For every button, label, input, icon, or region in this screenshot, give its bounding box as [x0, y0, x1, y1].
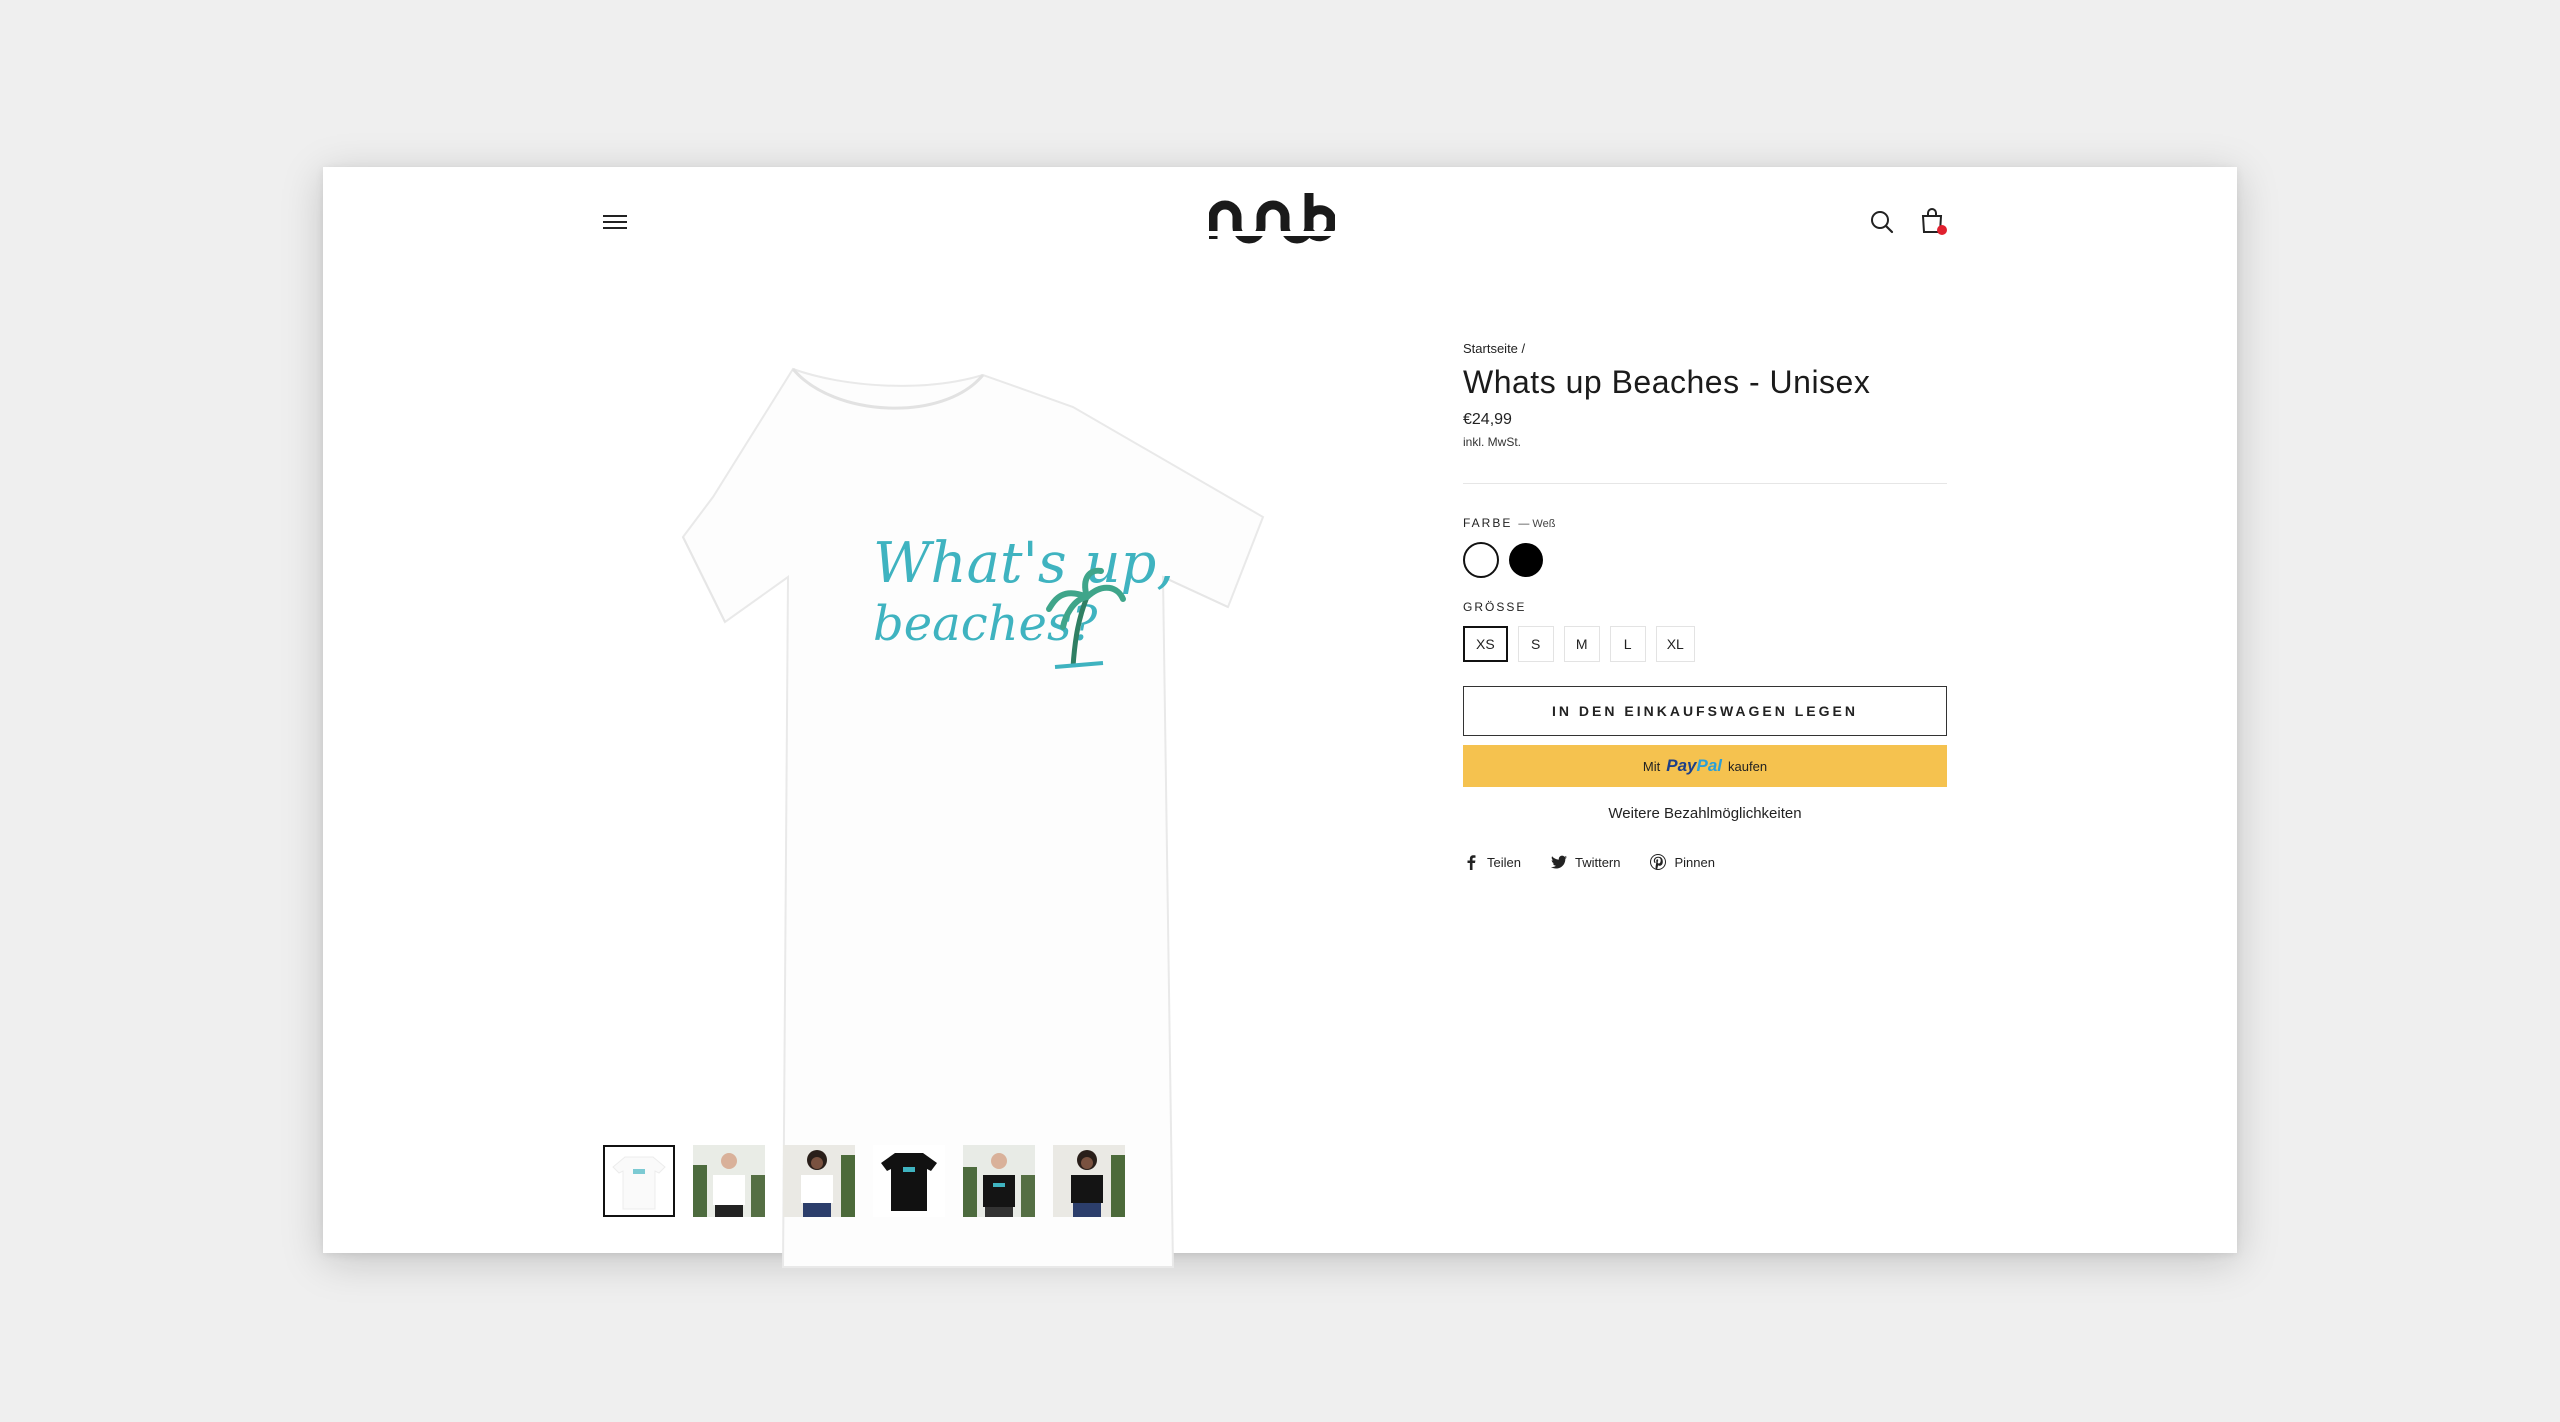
cart-badge — [1937, 225, 1947, 235]
share-facebook[interactable]: Teilen — [1463, 854, 1521, 870]
paypal-logo-pay: Pay — [1666, 756, 1697, 775]
product-price: €24,99 — [1463, 411, 1512, 428]
size-option-m[interactable]: M — [1563, 626, 1600, 662]
brand-logo[interactable] — [1208, 187, 1336, 251]
product-image[interactable]: What's up, beaches? — [603, 337, 1353, 1282]
share-facebook-label: Teilen — [1487, 854, 1521, 870]
paypal-logo: PayPal — [1666, 756, 1722, 776]
color-selected-value: — Weß — [1518, 518, 1556, 530]
thumbnail-model-white-1[interactable] — [693, 1145, 765, 1217]
paypal-prefix: Mit — [1642, 758, 1661, 774]
divider — [1463, 483, 1947, 484]
color-swatch-black[interactable] — [1509, 543, 1543, 577]
size-option-l[interactable]: L — [1609, 626, 1646, 662]
thumbnail-white-shirt[interactable] — [603, 1145, 675, 1217]
size-option-xl[interactable]: XL — [1655, 626, 1695, 662]
share-twitter[interactable]: Twittern — [1550, 854, 1621, 870]
size-label: GRÖSSE — [1463, 600, 1527, 614]
search-icon[interactable] — [1869, 209, 1895, 235]
color-swatches — [1463, 542, 1947, 578]
color-swatch-white[interactable] — [1463, 542, 1499, 578]
browser-page: What's up, beaches? Startseite / Whats u… — [323, 167, 2237, 1268]
size-option-s[interactable]: S — [1517, 626, 1554, 662]
product-title: Whats up Beaches - Unisex — [1463, 364, 1871, 400]
thumbnail-model-white-2[interactable] — [783, 1145, 855, 1217]
hamburger-menu-icon[interactable] — [603, 211, 627, 233]
thumbnail-model-black-2[interactable] — [1053, 1145, 1125, 1217]
thumbnail-strip — [603, 1145, 1125, 1217]
share-pinterest[interactable]: Pinnen — [1650, 854, 1715, 870]
shopping-bag-icon[interactable] — [1919, 207, 1947, 235]
color-label-text: FARBE — [1463, 516, 1513, 530]
share-twitter-label: Twittern — [1574, 854, 1621, 870]
share-links: Teilen Twittern Pinnen — [1463, 854, 1947, 870]
paypal-checkout-button[interactable]: Mit PayPal kaufen — [1463, 745, 1947, 787]
tax-note: inkl. MwSt. — [1463, 435, 1522, 449]
more-payment-options-link[interactable]: Weitere Bezahlmöglichkeiten — [1463, 805, 1947, 822]
paypal-logo-pal: Pal — [1696, 756, 1723, 775]
breadcrumb[interactable]: Startseite / — [1463, 341, 1947, 356]
thumbnail-model-black-1[interactable] — [963, 1145, 1035, 1217]
product-info: Startseite / Whats up Beaches - Unisex €… — [1463, 341, 1947, 870]
pinterest-icon — [1650, 854, 1667, 870]
facebook-icon — [1467, 855, 1476, 870]
thumbnail-black-shirt[interactable] — [873, 1145, 945, 1217]
share-pinterest-label: Pinnen — [1674, 854, 1715, 870]
paypal-suffix: kaufen — [1728, 758, 1768, 774]
add-to-cart-button[interactable]: IN DEN EINKAUFSWAGEN LEGEN — [1463, 686, 1947, 736]
size-option-xs[interactable]: XS — [1463, 626, 1508, 662]
print-text-line1: What's up, — [873, 531, 1174, 596]
twitter-icon — [1550, 855, 1567, 869]
color-label: FARBE — Weß — [1463, 516, 1947, 530]
size-options: XS S M L XL — [1463, 626, 1947, 662]
